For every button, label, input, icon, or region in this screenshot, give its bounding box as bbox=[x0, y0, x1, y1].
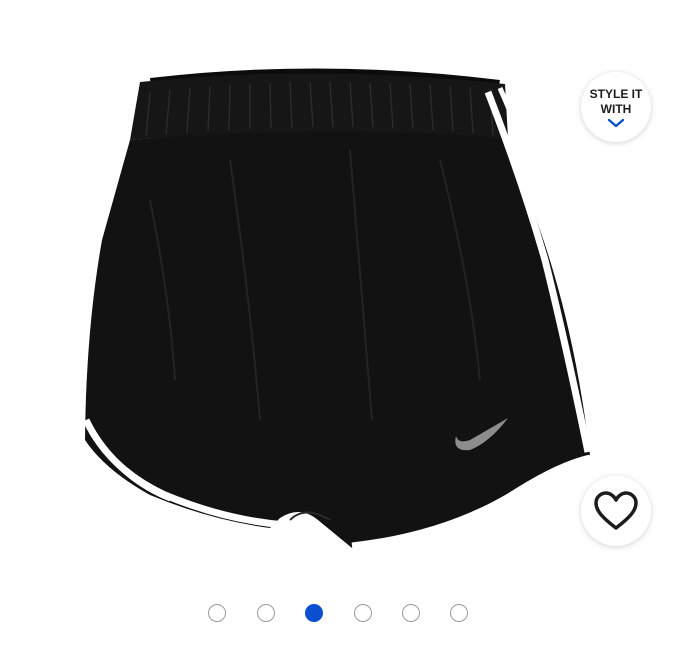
carousel-dot-3[interactable] bbox=[305, 604, 323, 622]
carousel-dot-4[interactable] bbox=[354, 604, 372, 622]
carousel-dot-1[interactable] bbox=[208, 604, 226, 622]
style-it-with-button[interactable]: STYLE IT WITH bbox=[581, 72, 651, 142]
favorite-button[interactable] bbox=[581, 476, 651, 546]
carousel-dot-2[interactable] bbox=[257, 604, 275, 622]
style-it-label-line2: WITH bbox=[600, 101, 632, 116]
heart-outline-icon bbox=[594, 491, 638, 530]
carousel-dot-5[interactable] bbox=[402, 604, 420, 622]
carousel-dot-6[interactable] bbox=[450, 604, 468, 622]
style-it-label-line1: STYLE IT bbox=[589, 86, 643, 101]
chevron-down-icon bbox=[607, 118, 625, 127]
carousel-pagination bbox=[0, 604, 676, 624]
